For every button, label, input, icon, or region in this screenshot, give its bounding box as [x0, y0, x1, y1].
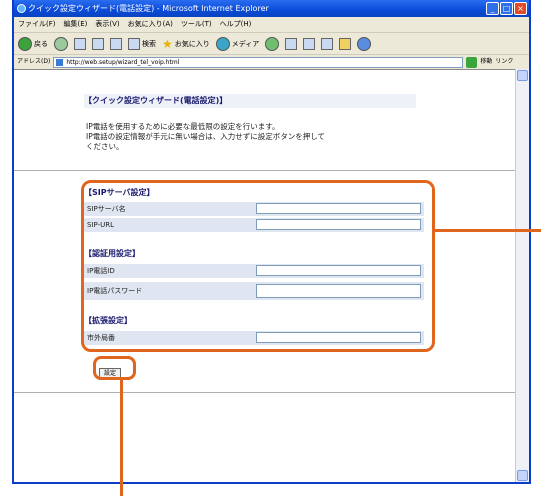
window-controls: _ □ ×	[486, 2, 527, 15]
search-label: 検索	[142, 40, 156, 48]
scroll-down-icon[interactable]	[517, 470, 528, 481]
star-icon: ★	[162, 37, 173, 51]
description-line: ください。	[86, 142, 124, 151]
back-label: 戻る	[34, 40, 48, 48]
description-line: IP電話の設定情報が手元に無い場合は、入力せずに設定ボタンを押して	[86, 132, 326, 141]
submit-callout-leader	[120, 380, 123, 496]
menu-tools[interactable]: ツール(T)	[181, 17, 212, 32]
toolbar: 戻る 検索 ★ お気に入り メディア	[14, 32, 529, 55]
go-icon[interactable]	[466, 56, 478, 68]
back-button[interactable]: 戻る	[18, 37, 48, 51]
search-icon	[128, 38, 140, 50]
ie-icon	[17, 4, 26, 13]
window-title: クイック設定ウィザード(電話設定) - Microsoft Internet E…	[28, 4, 269, 13]
media-icon	[215, 37, 230, 51]
favorites-button[interactable]: ★ お気に入り	[162, 37, 210, 51]
submit-callout-frame	[93, 356, 136, 380]
close-button[interactable]: ×	[514, 2, 527, 15]
refresh-icon[interactable]	[92, 38, 104, 50]
divider	[14, 170, 516, 171]
favorites-label: お気に入り	[174, 40, 210, 48]
title-bar: クイック設定ウィザード(電話設定) - Microsoft Internet E…	[14, 0, 529, 17]
mail-icon[interactable]	[285, 38, 298, 50]
scroll-up-icon[interactable]	[517, 70, 528, 81]
vertical-scrollbar[interactable]	[515, 69, 529, 482]
address-bar: アドレス(D) http://web.setup/wizard_tel_voip…	[14, 54, 529, 69]
back-arrow-icon	[18, 37, 32, 51]
stop-icon[interactable]	[74, 38, 86, 50]
menu-help[interactable]: ヘルプ(H)	[220, 17, 252, 32]
page-title: 【クイック設定ウィザード(電話設定)】	[84, 94, 416, 108]
menu-favorites[interactable]: お気に入り(A)	[128, 17, 173, 32]
description-line: IP電話を使用するために必要な最低限の設定を行います。	[86, 122, 280, 131]
menu-edit[interactable]: 編集(E)	[64, 17, 88, 32]
links-label[interactable]: リンク	[495, 55, 513, 69]
go-label[interactable]: 移動	[480, 55, 492, 69]
form-callout-frame	[81, 180, 435, 352]
menu-view[interactable]: 表示(V)	[95, 17, 119, 32]
menu-file[interactable]: ファイル(F)	[18, 17, 56, 32]
divider	[14, 392, 516, 393]
forward-arrow-icon[interactable]	[54, 37, 68, 51]
address-label: アドレス(D)	[17, 58, 51, 65]
menu-bar: ファイル(F) 編集(E) 表示(V) お気に入り(A) ツール(T) ヘルプ(…	[14, 17, 529, 32]
search-button[interactable]: 検索	[128, 38, 156, 50]
form-callout-leader	[435, 229, 541, 232]
page-description: IP電話を使用するために必要な最低限の設定を行います。 IP電話の設定情報が手元…	[86, 122, 426, 152]
home-icon[interactable]	[110, 38, 122, 50]
minimize-button[interactable]: _	[486, 2, 499, 15]
address-input[interactable]: http://web.setup/wizard_tel_voip.html	[53, 56, 464, 68]
history-icon[interactable]	[265, 37, 280, 51]
media-button[interactable]: メディア	[215, 37, 260, 51]
media-label: メディア	[231, 40, 260, 48]
folder-icon[interactable]	[339, 38, 352, 50]
messenger-icon[interactable]	[357, 37, 372, 51]
maximize-button[interactable]: □	[500, 2, 513, 15]
print-icon[interactable]	[303, 38, 316, 50]
edit-icon[interactable]	[321, 38, 334, 50]
